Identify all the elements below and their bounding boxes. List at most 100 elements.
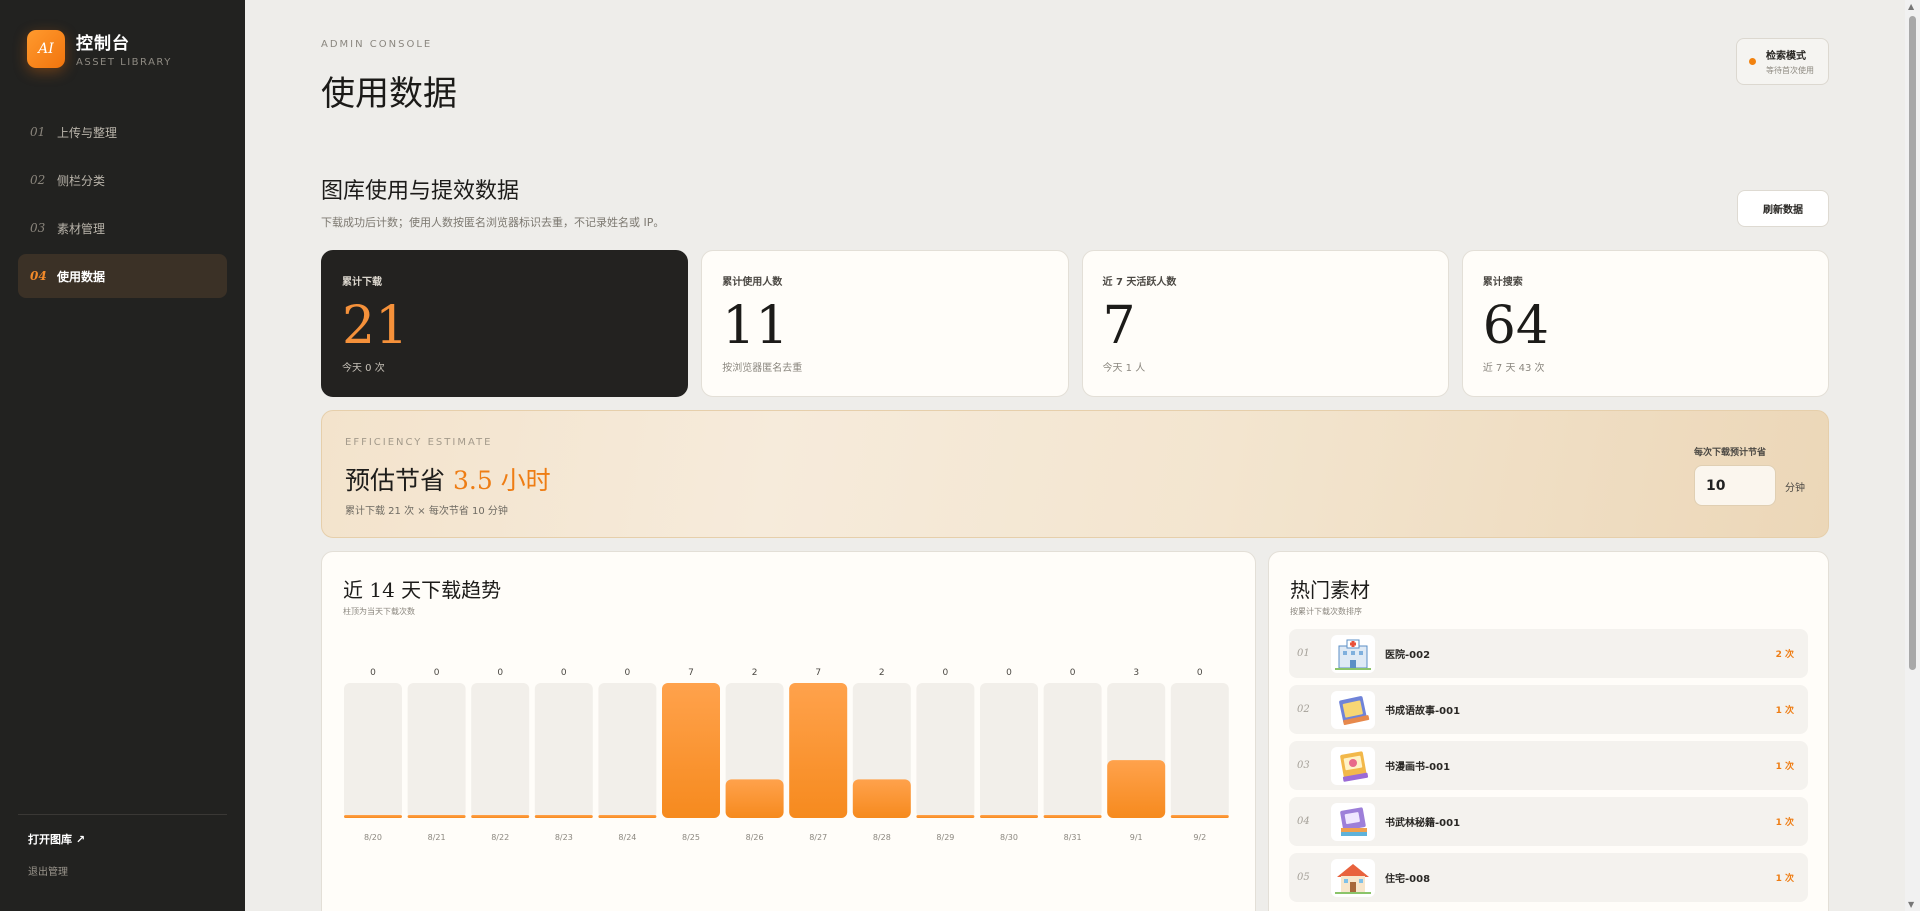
- list-item[interactable]: 05 住宅-008 1 次: [1289, 853, 1808, 902]
- x-tick-label: 8/21: [428, 833, 446, 842]
- rank: 05: [1297, 872, 1310, 883]
- page-scrollbar[interactable]: ▲ ▼: [1905, 0, 1920, 911]
- efficiency-eyebrow: EFFICIENCY ESTIMATE: [345, 437, 493, 448]
- bar-value-label: 2: [879, 668, 885, 678]
- bar-value-label: 2: [752, 668, 758, 678]
- page-eyebrow: ADMIN CONSOLE: [321, 39, 433, 50]
- stat-card-users: 累计使用人数 11 按浏览器匿名去重: [701, 250, 1069, 397]
- stat-label: 累计下载: [342, 277, 382, 288]
- rank: 01: [1297, 648, 1310, 659]
- stat-card-active-users: 近 7 天活跃人数 7 今天 1 人: [1081, 250, 1449, 397]
- status-dot: [1749, 58, 1756, 65]
- bar-value-label: 0: [943, 668, 949, 678]
- sidebar-footer: 打开图库 ↗ 退出管理: [18, 814, 227, 911]
- nav-number: 01: [30, 125, 46, 139]
- x-tick-label: 8/27: [809, 833, 827, 842]
- asset-name: 住宅-008: [1385, 874, 1431, 885]
- bar-track: [598, 683, 657, 818]
- scroll-up-icon[interactable]: ▲: [1908, 2, 1914, 11]
- scroll-thumb[interactable]: [1909, 16, 1916, 670]
- hot-title: 热门素材: [1290, 578, 1370, 602]
- sidebar-item-assets[interactable]: 03 素材管理: [18, 206, 227, 250]
- list-item[interactable]: 03 书漫画书-001 1 次: [1289, 741, 1808, 790]
- asset-name: 书武林秘籍-001: [1385, 818, 1461, 829]
- bar-track: [344, 683, 402, 818]
- logout-link[interactable]: 退出管理: [28, 867, 68, 878]
- minutes-input-label: 每次下载预计节省: [1694, 448, 1767, 458]
- download-count: 1 次: [1775, 762, 1794, 772]
- list-item[interactable]: 04 书武林秘籍-001 1 次: [1289, 797, 1808, 846]
- bar-value-label: 3: [1133, 668, 1139, 678]
- efficiency-title-prefix: 预估节省: [345, 466, 446, 495]
- refresh-button[interactable]: 刷新数据: [1737, 190, 1829, 227]
- stat-value: 21: [342, 296, 409, 356]
- bar-9/2[interactable]: [1170, 815, 1229, 818]
- hospital-icon: [1331, 634, 1375, 673]
- x-tick-label: 8/28: [873, 833, 891, 842]
- hot-list: 01 医院-002 2 次 02 书成语故事-001 1 次 03 书漫画书-0…: [1289, 629, 1808, 909]
- bar-8/23[interactable]: [534, 815, 593, 818]
- sidebar: AI 控制台 ASSET LIBRARY 01 上传与整理 02 侧栏分类 03…: [0, 0, 245, 911]
- main-content: ADMIN CONSOLE 使用数据 检索模式 等待首次使用 图库使用与提效数据…: [245, 0, 1905, 911]
- comic-book-icon: [1331, 746, 1375, 785]
- nav-number: 03: [30, 221, 46, 235]
- list-item[interactable]: 02 书成语故事-001 1 次: [1289, 685, 1808, 734]
- book-stack-icon: [1331, 802, 1375, 841]
- x-tick-label: 8/23: [555, 833, 573, 842]
- download-count: 1 次: [1775, 706, 1794, 716]
- section-description: 下载成功后计数；使用人数按匿名浏览器标识去重，不记录姓名或 IP。: [321, 216, 665, 229]
- search-mode-badge: 检索模式 等待首次使用: [1736, 38, 1829, 85]
- x-tick-label: 8/25: [682, 833, 700, 842]
- bar-value-label: 0: [1070, 668, 1076, 678]
- trend-title: 近 14 天下载趋势: [343, 578, 502, 602]
- list-item[interactable]: 01 医院-002 2 次: [1289, 629, 1808, 678]
- sidebar-item-categories[interactable]: 02 侧栏分类: [18, 158, 227, 202]
- nav-number: 04: [30, 269, 47, 283]
- brand[interactable]: AI 控制台 ASSET LIBRARY: [27, 29, 172, 68]
- bar-8/22[interactable]: [471, 815, 530, 818]
- bar-track: [916, 683, 975, 818]
- trend-description: 柱顶为当天下载次数: [343, 607, 415, 616]
- bar-9/1[interactable]: [1107, 760, 1166, 818]
- x-tick-label: 8/30: [1000, 833, 1018, 842]
- sidebar-item-usage[interactable]: 04 使用数据: [18, 254, 227, 298]
- rank: 03: [1297, 760, 1310, 771]
- stat-card-searches: 累计搜索 64 近 7 天 43 次: [1461, 250, 1829, 397]
- sidebar-item-upload[interactable]: 01 上传与整理: [18, 110, 227, 154]
- nav-number: 02: [30, 173, 46, 187]
- bar-8/29[interactable]: [916, 815, 975, 818]
- stat-card-downloads: 累计下载 21 今天 0 次: [321, 250, 689, 397]
- bar-8/28[interactable]: [852, 779, 911, 818]
- bar-8/30[interactable]: [980, 815, 1038, 818]
- sidebar-nav: 01 上传与整理 02 侧栏分类 03 素材管理 04 使用数据: [18, 110, 227, 302]
- x-tick-label: 8/31: [1064, 833, 1082, 842]
- scroll-down-icon[interactable]: ▼: [1908, 900, 1914, 909]
- x-tick-label: 9/1: [1130, 833, 1143, 842]
- bar-value-label: 0: [561, 668, 567, 678]
- bar-track: [1170, 683, 1229, 818]
- bar-8/25[interactable]: [662, 683, 720, 818]
- bar-8/26[interactable]: [725, 779, 784, 818]
- download-count: 1 次: [1775, 874, 1794, 884]
- asset-name: 书漫画书-001: [1385, 762, 1451, 773]
- stat-label: 近 7 天活跃人数: [1102, 277, 1177, 288]
- hot-description: 按累计下载次数排序: [1290, 607, 1362, 616]
- bar-8/27[interactable]: [789, 683, 848, 818]
- stat-note: 今天 0 次: [342, 363, 385, 374]
- bar-8/24[interactable]: [598, 815, 657, 818]
- minutes-per-download-input[interactable]: [1694, 465, 1776, 506]
- bar-value-label: 0: [1197, 668, 1203, 678]
- brand-title: 控制台: [76, 34, 130, 54]
- minutes-unit: 分钟: [1785, 483, 1805, 494]
- stats-row: 累计下载 21 今天 0 次 累计使用人数 11 按浏览器匿名去重 近 7 天活…: [321, 250, 1829, 397]
- bar-8/20[interactable]: [344, 815, 402, 818]
- bar-value-label: 0: [625, 668, 631, 678]
- stat-label: 累计搜索: [1482, 277, 1523, 288]
- open-library-link[interactable]: 打开图库 ↗: [28, 831, 217, 847]
- bar-value-label: 0: [1006, 668, 1012, 678]
- stat-value: 64: [1482, 296, 1549, 356]
- bar-track: [1043, 683, 1102, 818]
- bar-8/31[interactable]: [1043, 815, 1102, 818]
- brand-subtitle: ASSET LIBRARY: [76, 57, 172, 68]
- bar-8/21[interactable]: [407, 815, 466, 818]
